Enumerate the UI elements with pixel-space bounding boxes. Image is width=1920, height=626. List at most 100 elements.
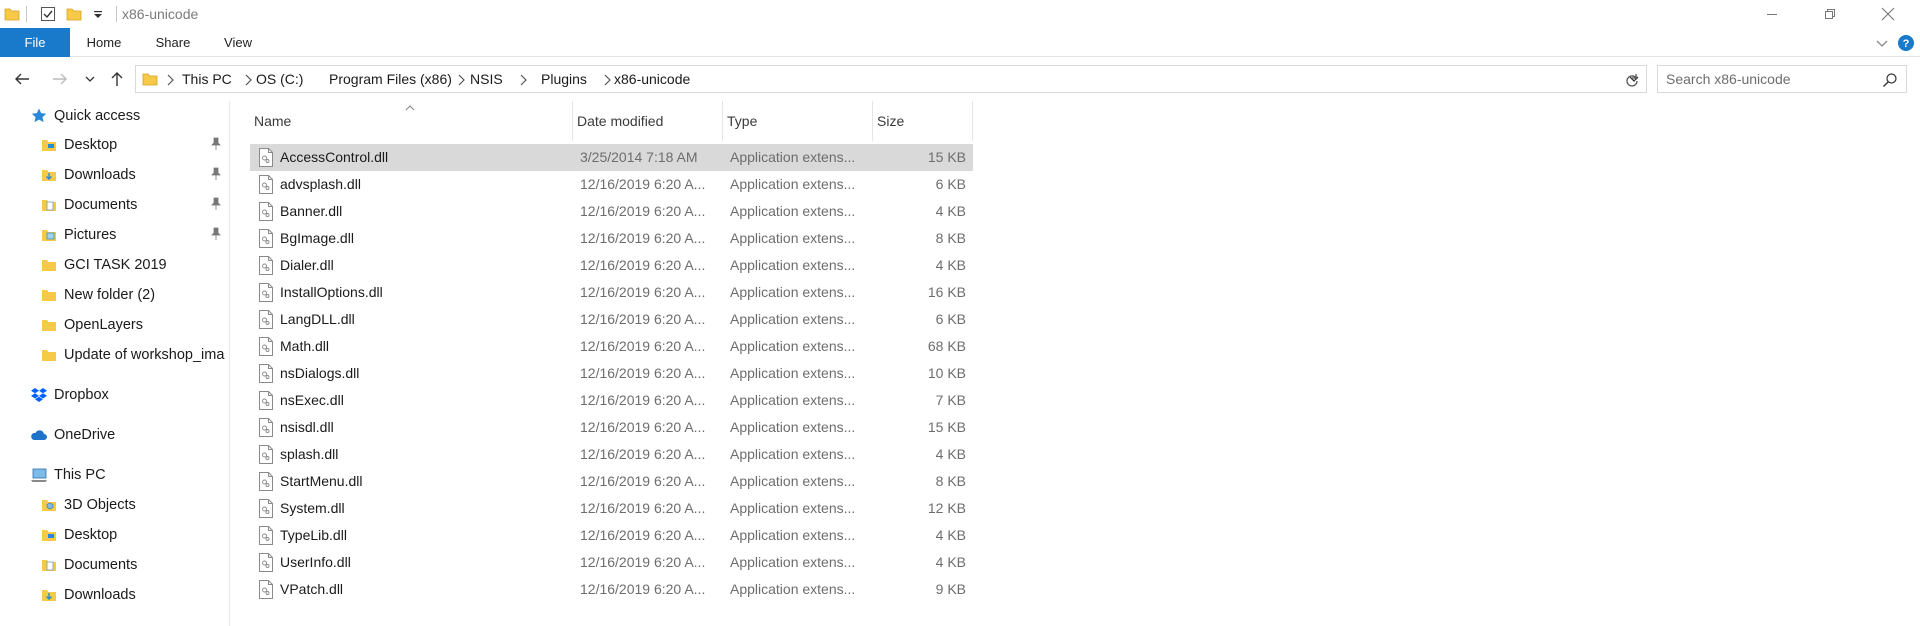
file-row[interactable]: Dialer.dll 12/16/2019 6:20 A... Applicatio… [250, 252, 973, 279]
file-type: Application extens... [730, 500, 856, 516]
chevron-right-icon[interactable] [518, 73, 528, 87]
search-input[interactable] [1666, 70, 1866, 88]
file-row[interactable]: nsDialogs.dll 12/16/2019 6:20 A... Applica… [250, 360, 973, 387]
dll-file-icon [259, 310, 273, 329]
column-header-date-modified[interactable]: Date modified [573, 101, 723, 141]
customize-toolbar-icon[interactable] [90, 6, 106, 22]
sidebar-item-dropbox[interactable]: Dropbox [30, 381, 109, 409]
sidebar-item-label: This PC [54, 467, 106, 483]
sidebar-item-desktop[interactable]: Desktop [40, 131, 117, 159]
sidebar-item-pictures[interactable]: Pictures [40, 221, 116, 249]
file-row[interactable]: VPatch.dll 12/16/2019 6:20 A... Applicatio… [250, 576, 973, 603]
breadcrumb-x86-unicode[interactable]: x86-unicode [614, 71, 690, 87]
pin-icon[interactable] [210, 167, 222, 181]
breadcrumb-plugins[interactable]: Plugins [541, 71, 587, 87]
pin-icon[interactable] [210, 137, 222, 151]
file-row[interactable]: Math.dll 12/16/2019 6:20 A... Application … [250, 333, 973, 360]
tab-home[interactable]: Home [70, 28, 138, 57]
file-size: 4 KB [935, 257, 966, 273]
file-row[interactable]: AccessControl.dll 3/25/2014 7:18 AM Applic… [250, 144, 973, 171]
restore-button[interactable] [1801, 0, 1859, 28]
sidebar-item-this-pc[interactable]: This PC [30, 461, 106, 489]
back-button[interactable] [11, 68, 33, 90]
column-header-type[interactable]: Type [723, 101, 873, 141]
file-row[interactable]: nsisdl.dll 12/16/2019 6:20 A... Applicatio… [250, 414, 973, 441]
file-date-modified: 12/16/2019 6:20 A... [580, 338, 706, 354]
tab-share[interactable]: Share [140, 28, 206, 57]
file-row[interactable]: LangDLL.dll 12/16/2019 6:20 A... Applicati… [250, 306, 973, 333]
file-row[interactable]: advsplash.dll 12/16/2019 6:20 A... Applica… [250, 171, 973, 198]
sidebar-item-documents[interactable]: Documents [40, 191, 137, 219]
chevron-right-icon[interactable] [602, 73, 612, 87]
sidebar-item-new-folder-2[interactable]: New folder (2) [40, 281, 155, 309]
dll-file-icon [259, 553, 273, 572]
sidebar-item-update-of-workshop[interactable]: Update of workshop_ima [40, 341, 224, 369]
file-row[interactable]: InstallOptions.dll 12/16/2019 6:20 A... Ap… [250, 279, 973, 306]
chevron-right-icon[interactable] [165, 73, 175, 87]
documents-folder-icon [42, 560, 56, 571]
tab-view[interactable]: View [206, 28, 270, 57]
file-name: Math.dll [280, 338, 330, 354]
sidebar-item-downloads-pc[interactable]: Downloads [40, 581, 136, 609]
file-row[interactable]: UserInfo.dll 12/16/2019 6:20 A... Applicat… [250, 549, 973, 576]
pin-icon[interactable] [210, 197, 222, 211]
address-bar[interactable]: This PC OS (C:) Program Files (x86) NSIS… [135, 65, 1647, 93]
dll-file-icon [259, 364, 273, 383]
dll-file-icon [259, 202, 273, 221]
chevron-right-icon[interactable] [456, 73, 466, 87]
file-type: Application extens... [730, 365, 856, 381]
file-name: UserInfo.dll [280, 554, 351, 570]
refresh-icon[interactable] [1622, 71, 1642, 91]
file-size: 6 KB [935, 176, 966, 192]
help-icon[interactable]: ? [1897, 34, 1915, 52]
sidebar-item-openlayers[interactable]: OpenLayers [40, 311, 143, 339]
expand-ribbon-icon[interactable] [1873, 34, 1891, 52]
breadcrumb-os-c[interactable]: OS (C:) [256, 71, 303, 87]
file-row[interactable]: BgImage.dll 12/16/2019 6:20 A... Applicati… [250, 225, 973, 252]
breadcrumb-this-pc[interactable]: This PC [182, 71, 232, 87]
file-name: nsisdl.dll [280, 419, 334, 435]
sidebar-item-quick-access[interactable]: Quick access [30, 102, 140, 130]
sidebar-item-label: Desktop [64, 527, 118, 543]
chevron-right-icon[interactable] [315, 73, 325, 87]
pin-icon[interactable] [210, 227, 222, 241]
star-icon [31, 108, 47, 123]
sidebar-item-gci-task-2019[interactable]: GCI TASK 2019 [40, 251, 167, 279]
chevron-right-icon[interactable] [243, 73, 253, 87]
close-button[interactable] [1859, 0, 1917, 28]
minimize-button[interactable] [1743, 0, 1801, 28]
file-size: 68 KB [927, 338, 966, 354]
sidebar-item-documents-pc[interactable]: Documents [40, 551, 137, 579]
ribbon: File Home Share View ? [0, 28, 1920, 57]
breadcrumb-nsis[interactable]: NSIS [470, 71, 503, 87]
sidebar-item-label: 3D Objects [64, 497, 136, 513]
file-date-modified: 12/16/2019 6:20 A... [580, 446, 706, 462]
file-type: Application extens... [730, 473, 856, 489]
sidebar-item-desktop-pc[interactable]: Desktop [40, 521, 117, 549]
sidebar-item-label: Dropbox [54, 387, 109, 403]
sidebar-item-3d-objects[interactable]: 3D Objects [40, 491, 136, 519]
file-row[interactable]: TypeLib.dll 12/16/2019 6:20 A... Applicati… [250, 522, 973, 549]
file-size: 4 KB [935, 554, 966, 570]
file-type: Application extens... [730, 176, 856, 192]
breadcrumb-program-files[interactable]: Program Files (x86) [329, 71, 452, 87]
file-row[interactable]: Banner.dll 12/16/2019 6:20 A... Applicatio… [250, 198, 973, 225]
search-box[interactable] [1657, 65, 1907, 93]
up-button[interactable] [106, 68, 128, 90]
file-date-modified: 3/25/2014 7:18 AM [580, 149, 698, 165]
properties-icon[interactable] [40, 6, 56, 22]
file-row[interactable]: System.dll 12/16/2019 6:20 A... Applicatio… [250, 495, 973, 522]
file-row[interactable]: splash.dll 12/16/2019 6:20 A... Applicatio… [250, 441, 973, 468]
search-icon[interactable] [1882, 72, 1898, 88]
file-row[interactable]: StartMenu.dll 12/16/2019 6:20 A... Applica… [250, 468, 973, 495]
file-row[interactable]: nsExec.dll 12/16/2019 6:20 A... Applicatio… [250, 387, 973, 414]
column-header-name[interactable]: Name [250, 101, 573, 141]
forward-button[interactable] [49, 68, 71, 90]
desktop-folder-icon [42, 140, 56, 151]
tab-file[interactable]: File [0, 28, 70, 57]
recent-locations-button[interactable] [82, 68, 98, 90]
new-folder-icon[interactable] [66, 6, 82, 22]
column-header-size[interactable]: Size [873, 101, 973, 141]
sidebar-item-downloads[interactable]: Downloads [40, 161, 136, 189]
sidebar-item-onedrive[interactable]: OneDrive [30, 421, 115, 449]
